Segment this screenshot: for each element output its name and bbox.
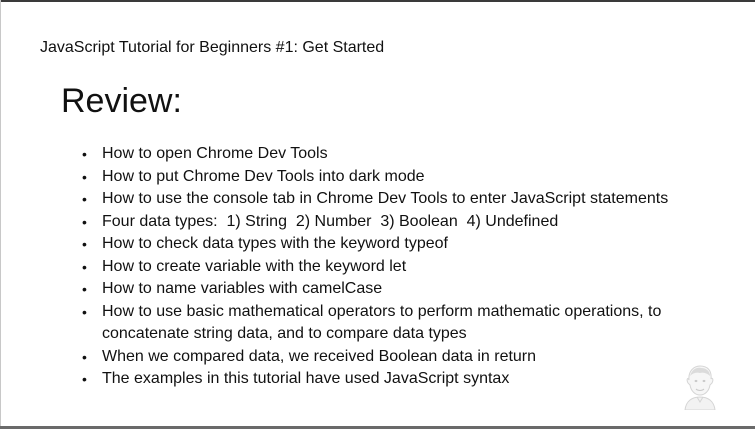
bullet-icon: • [82,281,87,297]
list-item: • How to put Chrome Dev Tools into dark … [82,166,732,189]
bullet-icon: • [82,146,87,162]
bullet-icon: • [82,303,87,320]
list-item-text: How to check data types with the keyword… [102,235,448,252]
list-item: • How to open Chrome Dev Tools [82,143,732,166]
list-item: • The examples in this tutorial have use… [82,368,732,391]
list-item: • Four data types: 1) String 2) Number 3… [82,211,732,234]
list-item-text: The examples in this tutorial have used … [102,370,510,387]
list-item: • How to create variable with the keywor… [82,256,732,279]
list-item: • How to use the console tab in Chrome D… [82,188,732,211]
list-item-text: How to open Chrome Dev Tools [102,145,328,162]
bullet-icon: • [82,191,87,207]
list-item-text: When we compared data, we received Boole… [102,347,537,365]
slide-heading: Review: [61,82,182,120]
bullet-icon: • [82,168,87,185]
slide: JavaScript Tutorial for Beginners #1: Ge… [0,0,755,429]
list-item: • How to check data types with the keywo… [82,233,732,256]
review-list: • How to open Chrome Dev Tools • How to … [82,143,732,391]
presenter-avatar-icon [684,365,716,410]
video-title: JavaScript Tutorial for Beginners #1: Ge… [40,39,385,56]
bullet-icon: • [82,371,87,387]
list-item-text: How to create variable with the keyword … [102,257,407,275]
left-border [0,0,1,429]
list-item-text: How to name variables with camelCase [102,280,383,297]
bullet-icon: • [82,258,87,275]
list-item-text: Four data types: 1) String 2) Number 3) … [102,212,559,230]
bullet-icon: • [82,348,87,365]
list-item: • How to name variables with camelCase [82,278,732,301]
bullet-icon: • [82,236,87,252]
list-item: • How to use basic mathematical operator… [82,301,732,346]
list-item-text: How to put Chrome Dev Tools into dark mo… [102,167,425,185]
list-item-text: How to use basic mathematical operators … [102,302,662,343]
list-item: • When we compared data, we received Boo… [82,346,732,369]
list-item-text: How to use the console tab in Chrome Dev… [102,190,669,207]
bullet-icon: • [82,213,87,230]
top-border [0,0,755,2]
